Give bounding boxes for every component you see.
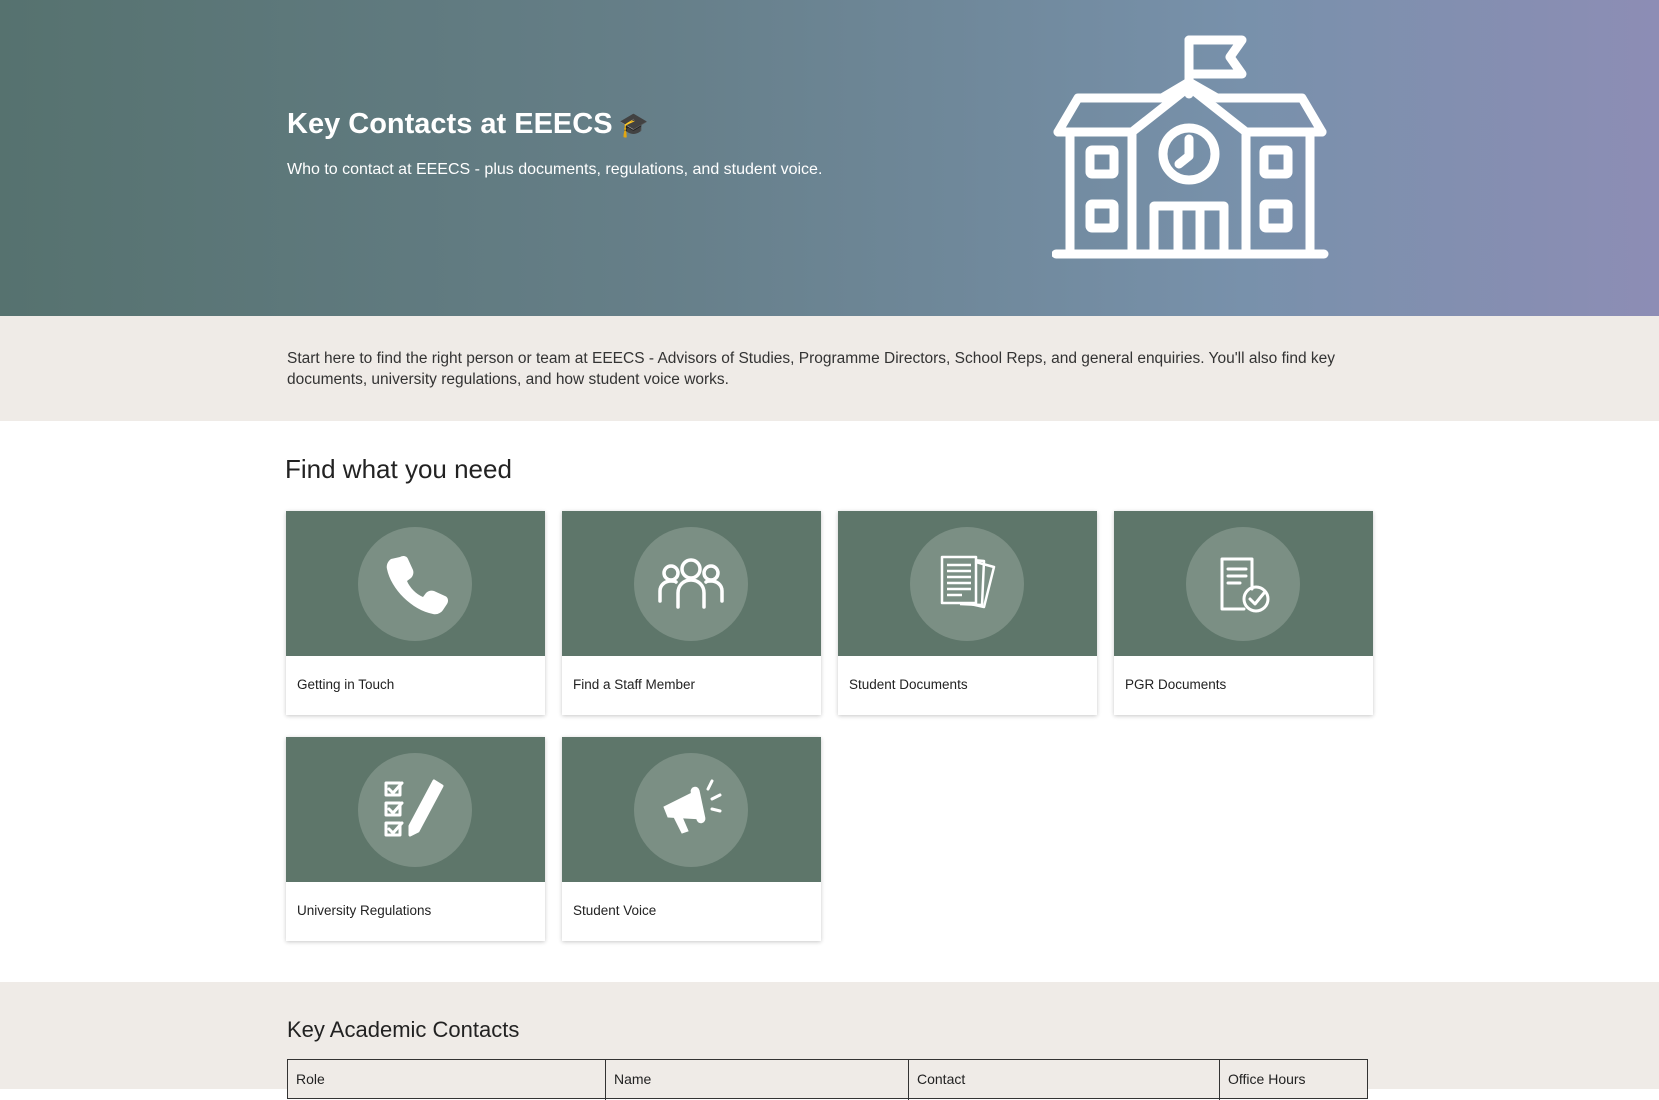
contacts-table: Role Name Contact Office Hours [287, 1059, 1368, 1100]
column-header-role: Role [288, 1060, 606, 1100]
tile-label: Getting in Touch [297, 677, 395, 692]
tile-label: Find a Staff Member [573, 677, 696, 692]
tile-image [838, 511, 1097, 656]
section-heading-contacts: Key Academic Contacts [287, 1017, 520, 1042]
page-subtitle: Who to contact at EEECS - plus documents… [287, 161, 823, 178]
tile-label: PGR Documents [1125, 677, 1227, 692]
tile-label: Student Documents [849, 677, 968, 692]
column-header-office-hours: Office Hours [1228, 1071, 1306, 1087]
tile-image [286, 511, 545, 656]
tile-pgr-documents[interactable]: PGR Documents [1114, 511, 1373, 715]
tile-label: University Regulations [297, 903, 432, 918]
documents-icon [940, 555, 996, 609]
page-title: Key Contacts at EEECS 🎓 [287, 108, 649, 140]
column-header-contact: Contact [909, 1060, 1220, 1100]
tile-student-documents[interactable]: Student Documents [838, 511, 1097, 715]
tile-find-staff[interactable]: Find a Staff Member [562, 511, 821, 715]
checklist-pencil-icon [384, 779, 444, 837]
tile-university-regulations[interactable]: University Regulations [286, 737, 545, 941]
tile-getting-in-touch[interactable]: Getting in Touch [286, 511, 545, 715]
hero-banner: Key Contacts at EEECS 🎓 Who to contact at… [0, 0, 1659, 316]
intro-text: Start here to find the right person or t… [287, 350, 1336, 388]
tile-image [1114, 511, 1373, 656]
tile-student-voice[interactable]: Student Voice [562, 737, 821, 941]
tile-image [286, 737, 545, 882]
megaphone-icon [663, 779, 722, 834]
phone-icon [386, 555, 449, 615]
tile-label: Student Voice [573, 903, 657, 918]
people-group-icon [658, 558, 724, 609]
school-building-icon [1052, 35, 1329, 259]
column-header-name: Name [606, 1060, 909, 1100]
document-check-icon [1220, 557, 1270, 613]
tile-image [562, 511, 821, 656]
tile-image [562, 737, 821, 882]
graduation-cap-icon: 🎓 [618, 112, 649, 139]
intro-band: Start here to find the right person or t… [0, 316, 1659, 421]
section-heading-find: Find what you need [285, 454, 512, 484]
contacts-section: Key Academic Contacts Role Name Contact … [0, 982, 1659, 1100]
